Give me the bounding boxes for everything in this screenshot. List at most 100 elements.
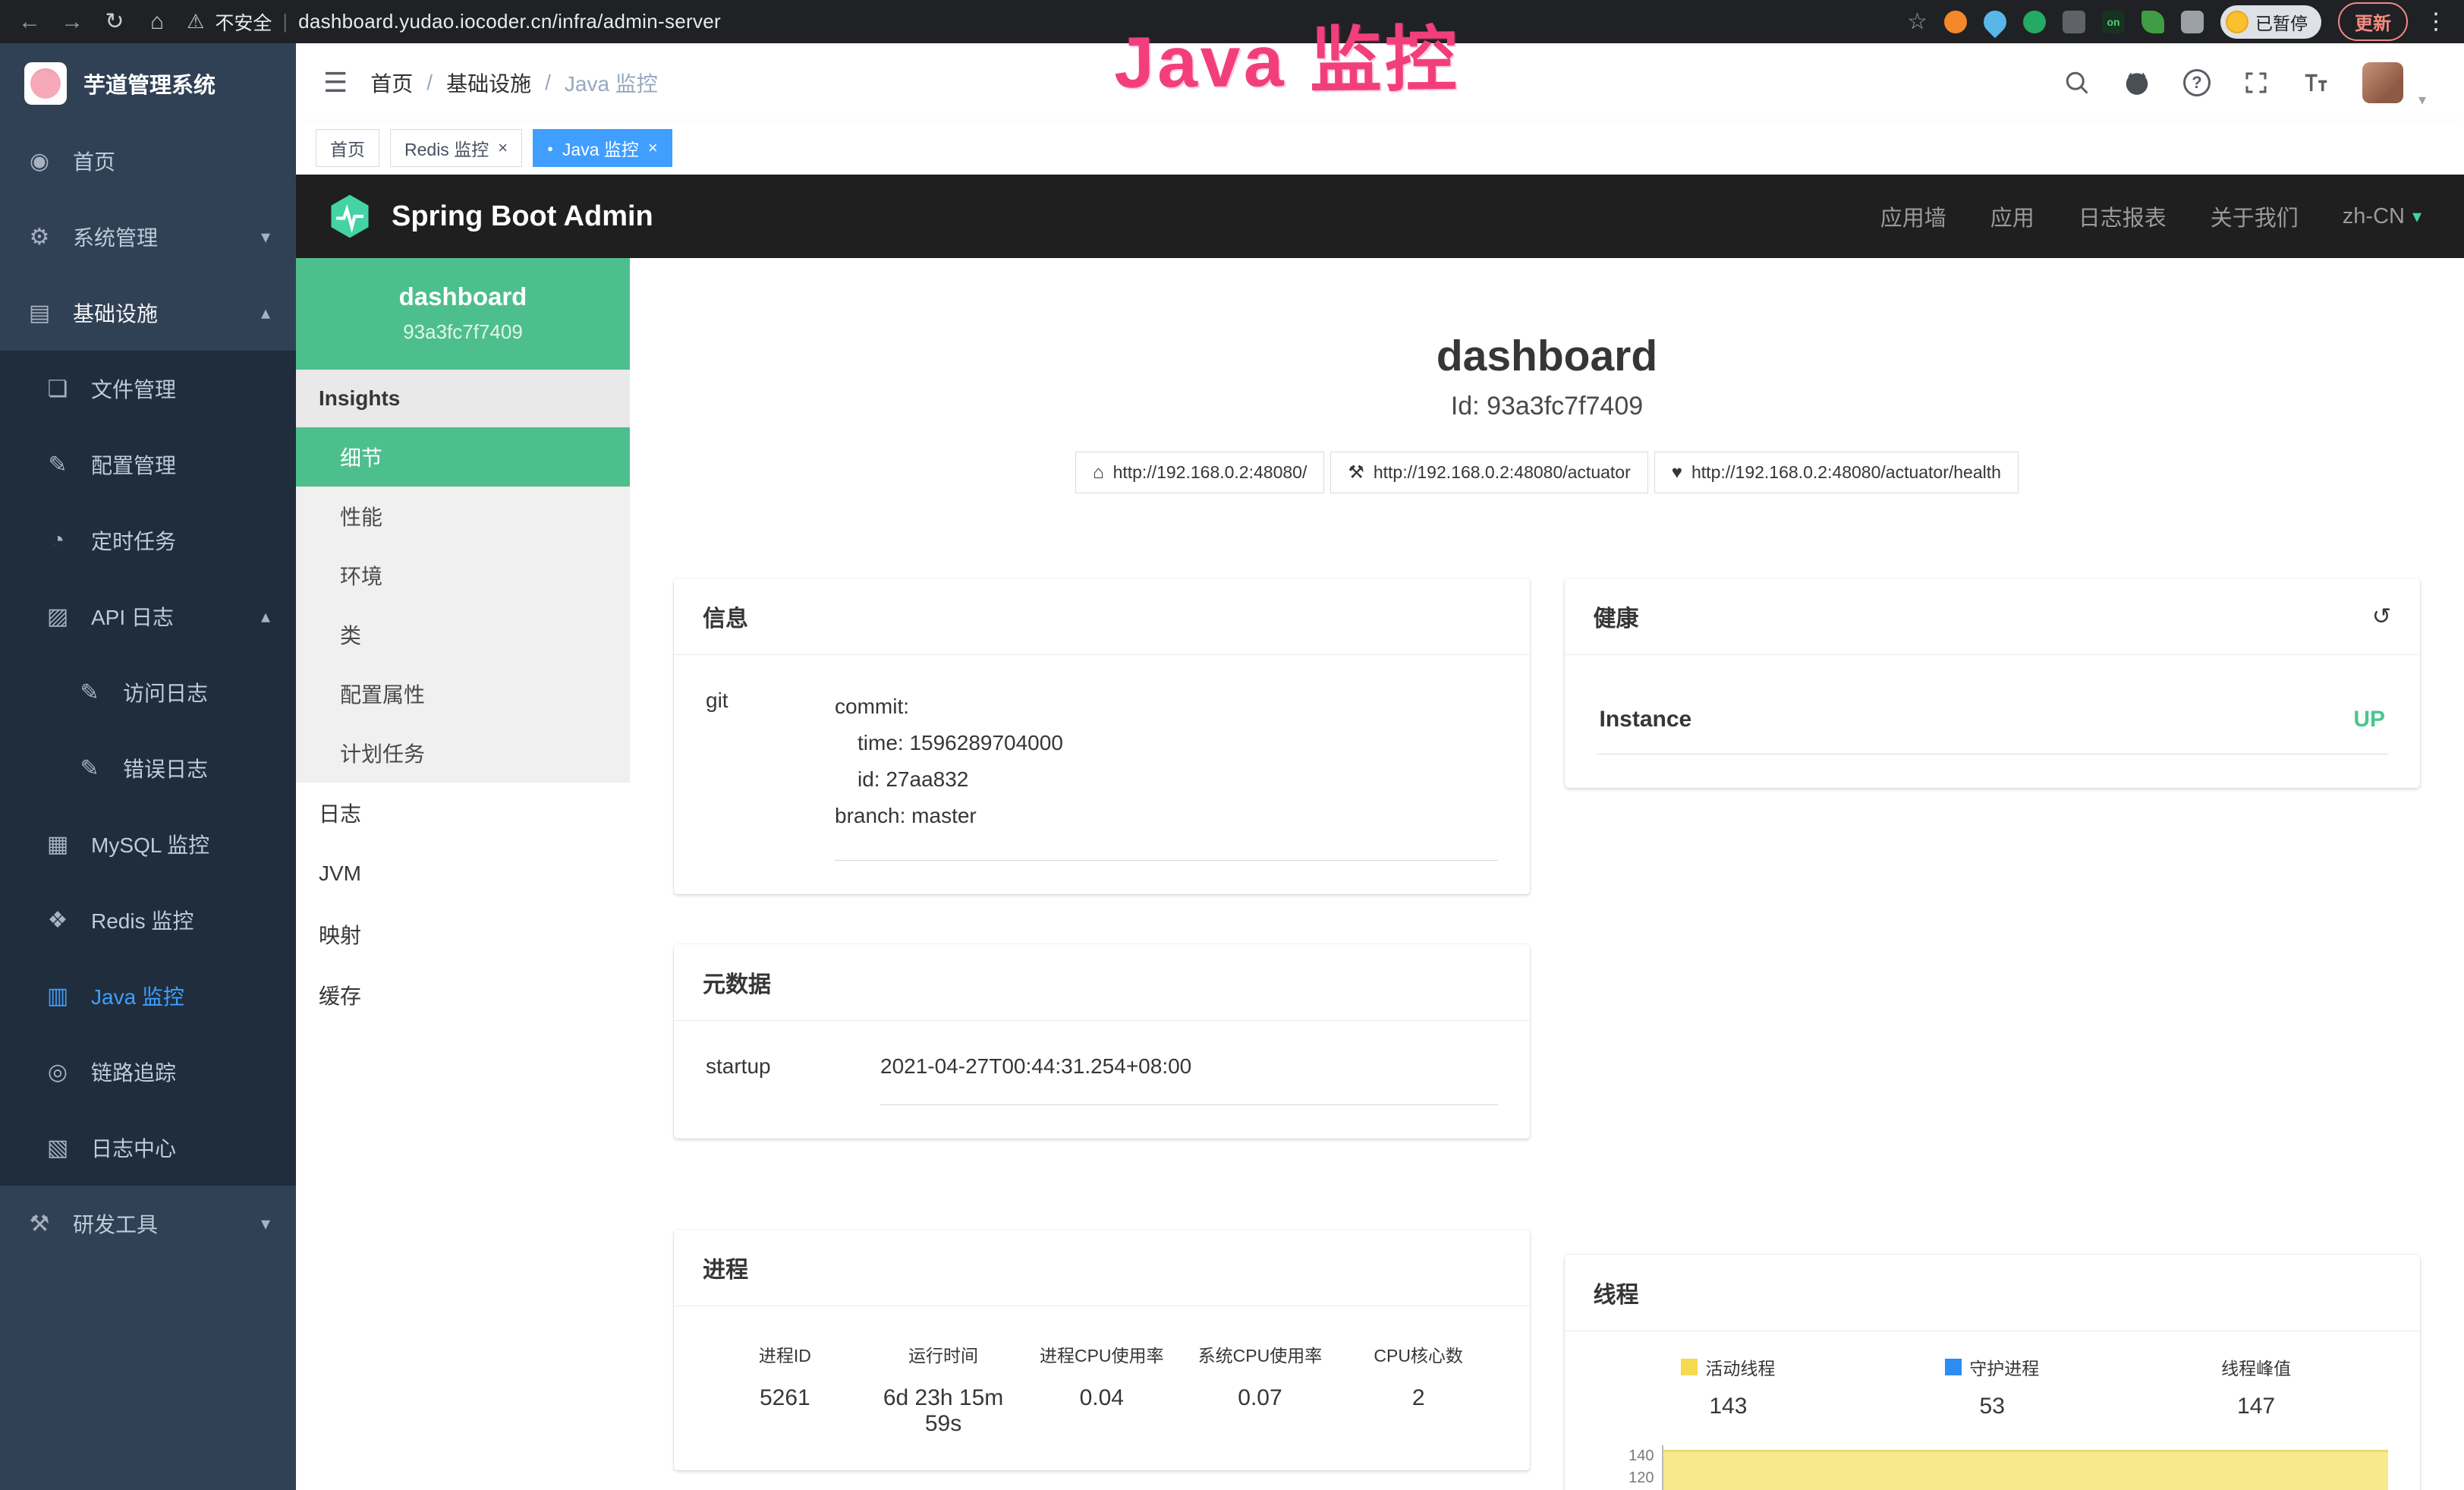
sidebar-item-access-logs[interactable]: ✎ 访问日志: [0, 654, 296, 730]
legend-live-threads: 活动线程 143: [1597, 1354, 1861, 1419]
breadcrumb-home[interactable]: 首页: [370, 68, 413, 98]
breadcrumb-infrastructure[interactable]: 基础设施: [446, 68, 531, 98]
sidebar-item-trace[interactable]: ◎ 链路追踪: [0, 1034, 296, 1110]
sidebar-item-scheduled-jobs[interactable]: ◔ 定时任务: [0, 502, 296, 578]
breadcrumb-separator: /: [426, 71, 433, 95]
search-icon[interactable]: [2063, 69, 2091, 96]
sba-menu-metrics[interactable]: 性能: [296, 487, 630, 546]
home-icon[interactable]: ⌂: [144, 9, 170, 35]
log-icon: ▨: [44, 603, 71, 630]
nav-applications[interactable]: 应用: [1990, 200, 2034, 232]
actuator-url-link[interactable]: ⚒ http://192.168.0.2:48080/actuator: [1330, 452, 1647, 493]
profile-chip[interactable]: 已暂停: [2220, 5, 2321, 39]
sba-menu-caches[interactable]: 缓存: [296, 965, 630, 1025]
sba-menu-config-props[interactable]: 配置属性: [296, 664, 630, 723]
sba-menu-logfile[interactable]: 日志: [296, 783, 630, 843]
puzzle-extension-icon[interactable]: [2181, 11, 2204, 33]
sidebar-item-api-logs[interactable]: ▨ API 日志 ▴: [0, 578, 296, 654]
sidebar-item-label: 链路追踪: [91, 1057, 176, 1087]
nav-about-us[interactable]: 关于我们: [2211, 200, 2299, 232]
git-id-line: id: 27aa832: [858, 761, 1498, 798]
help-icon[interactable]: ?: [2183, 69, 2211, 96]
sba-menu-mappings[interactable]: 映射: [296, 904, 630, 965]
security-label[interactable]: 不安全: [215, 8, 272, 36]
info-row-value: commit: time: 1596289704000 id: 27aa832 …: [835, 688, 1498, 861]
cards-right-column: 健康 ↺ Instance UP: [1565, 578, 2421, 1490]
history-icon[interactable]: ↺: [2372, 603, 2391, 630]
details-panel: dashboard Id: 93a3fc7f7409 ⌂ http://192.…: [630, 258, 2464, 1490]
bookmark-star-icon[interactable]: ☆: [1907, 8, 1927, 35]
close-icon[interactable]: ×: [498, 138, 508, 158]
sidebar-item-system-management[interactable]: ⚙ 系统管理 ▾: [0, 199, 296, 275]
nav-log-report[interactable]: 日志报表: [2079, 200, 2167, 232]
threads-card: 线程 活动线程 143: [1565, 1255, 2421, 1490]
nav-applications-wall[interactable]: 应用墙: [1880, 200, 1946, 232]
sba-menu-environment[interactable]: 环境: [296, 546, 630, 605]
sidebar-item-file-management[interactable]: ❏ 文件管理: [0, 351, 296, 427]
cpu-cores-col: CPU核心数 2: [1339, 1341, 1498, 1437]
back-icon[interactable]: ←: [17, 9, 42, 35]
sidebar-item-label: 系统管理: [73, 222, 158, 252]
collapse-menu-icon[interactable]: ☰: [323, 67, 348, 99]
sidebar-item-log-center[interactable]: ▧ 日志中心: [0, 1110, 296, 1186]
sba-brand[interactable]: Spring Boot Admin: [392, 200, 653, 233]
status-badge: UP: [2353, 707, 2385, 732]
column-value: 6d 23h 15m 59s: [864, 1385, 1023, 1437]
sidebar-item-infrastructure[interactable]: ▤ 基础设施 ▴: [0, 275, 296, 351]
breadcrumb-separator: /: [545, 71, 551, 95]
github-icon[interactable]: [2123, 68, 2151, 97]
sba-menu-jvm[interactable]: JVM: [296, 843, 630, 904]
switch-extension-icon[interactable]: on: [2102, 11, 2125, 33]
font-size-icon[interactable]: [2302, 68, 2330, 97]
sidebar-item-mysql-monitor[interactable]: ▦ MySQL 监控: [0, 806, 296, 882]
drop-extension-icon[interactable]: [1979, 5, 2011, 37]
tab-home[interactable]: 首页: [316, 129, 379, 167]
service-url-link[interactable]: ⌂ http://192.168.0.2:48080/: [1075, 452, 1324, 493]
tab-java-monitor[interactable]: ● Java 监控 ×: [533, 129, 672, 167]
app-logo-row[interactable]: 芋道管理系统: [0, 43, 296, 123]
on-badge: on: [2107, 16, 2119, 28]
close-icon[interactable]: ×: [648, 138, 658, 158]
sidebar-item-java-monitor[interactable]: ▥ Java 监控: [0, 958, 296, 1034]
fox-extension-icon[interactable]: [1944, 11, 1967, 33]
url-text[interactable]: dashboard.yudao.iocoder.cn/infra/admin-s…: [298, 10, 721, 33]
browser-menu-icon[interactable]: ⋮: [2425, 8, 2447, 35]
breadcrumb-current: Java 监控: [565, 68, 658, 98]
update-button[interactable]: 更新: [2338, 2, 2408, 41]
sidebar-item-label: 日志中心: [91, 1132, 176, 1163]
sidebar-item-label: 文件管理: [91, 373, 176, 404]
page-title: dashboard: [674, 331, 2420, 381]
health-instance-row[interactable]: Instance UP: [1597, 688, 2389, 754]
actuator-url-text: http://192.168.0.2:48080/actuator: [1374, 462, 1631, 483]
refresh-icon[interactable]: ↻: [102, 8, 127, 35]
column-header: 系统CPU使用率: [1181, 1341, 1339, 1367]
legend-label: 活动线程: [1705, 1354, 1775, 1380]
tab-redis-monitor[interactable]: Redis 监控 ×: [390, 129, 522, 167]
forward-icon[interactable]: →: [59, 9, 85, 35]
leaf-extension-icon[interactable]: [2141, 11, 2164, 33]
green-extension-icon[interactable]: [2023, 11, 2046, 33]
fullscreen-icon[interactable]: [2242, 69, 2270, 96]
health-url-text: http://192.168.0.2:48080/actuator/health: [1691, 462, 2001, 483]
sidebar-item-error-logs[interactable]: ✎ 错误日志: [0, 730, 296, 806]
locale-select[interactable]: zh-CN ▾: [2343, 204, 2422, 229]
sba-menu-scheduled-tasks[interactable]: 计划任务: [296, 723, 630, 783]
grid-extension-icon[interactable]: [2063, 11, 2085, 33]
annotation-java-monitor: Java 监控: [1113, 2, 1460, 109]
selected-application[interactable]: dashboard 93a3fc7f7409: [296, 258, 630, 370]
redis-icon: ❖: [44, 907, 71, 934]
chevron-down-icon[interactable]: ▾: [2418, 90, 2426, 109]
address-bar[interactable]: ⚠ 不安全 | dashboard.yudao.iocoder.cn/infra…: [187, 8, 721, 36]
target-icon: ◎: [44, 1059, 71, 1085]
column-value: 0.07: [1181, 1385, 1339, 1411]
chevron-up-icon: ▴: [261, 302, 270, 324]
avatar[interactable]: [2362, 62, 2403, 103]
sba-menu-classes[interactable]: 类: [296, 605, 630, 664]
sidebar-item-home[interactable]: ◉ 首页: [0, 123, 296, 199]
sba-menu-details[interactable]: 细节: [296, 427, 630, 487]
sidebar-item-redis-monitor[interactable]: ❖ Redis 监控: [0, 882, 296, 958]
sidebar-item-dev-tools[interactable]: ⚒ 研发工具 ▾: [0, 1186, 296, 1262]
health-url-link[interactable]: ♥ http://192.168.0.2:48080/actuator/heal…: [1654, 452, 2019, 493]
sidebar-item-config-management[interactable]: ✎ 配置管理: [0, 427, 296, 502]
log-center-icon: ▧: [44, 1135, 71, 1161]
